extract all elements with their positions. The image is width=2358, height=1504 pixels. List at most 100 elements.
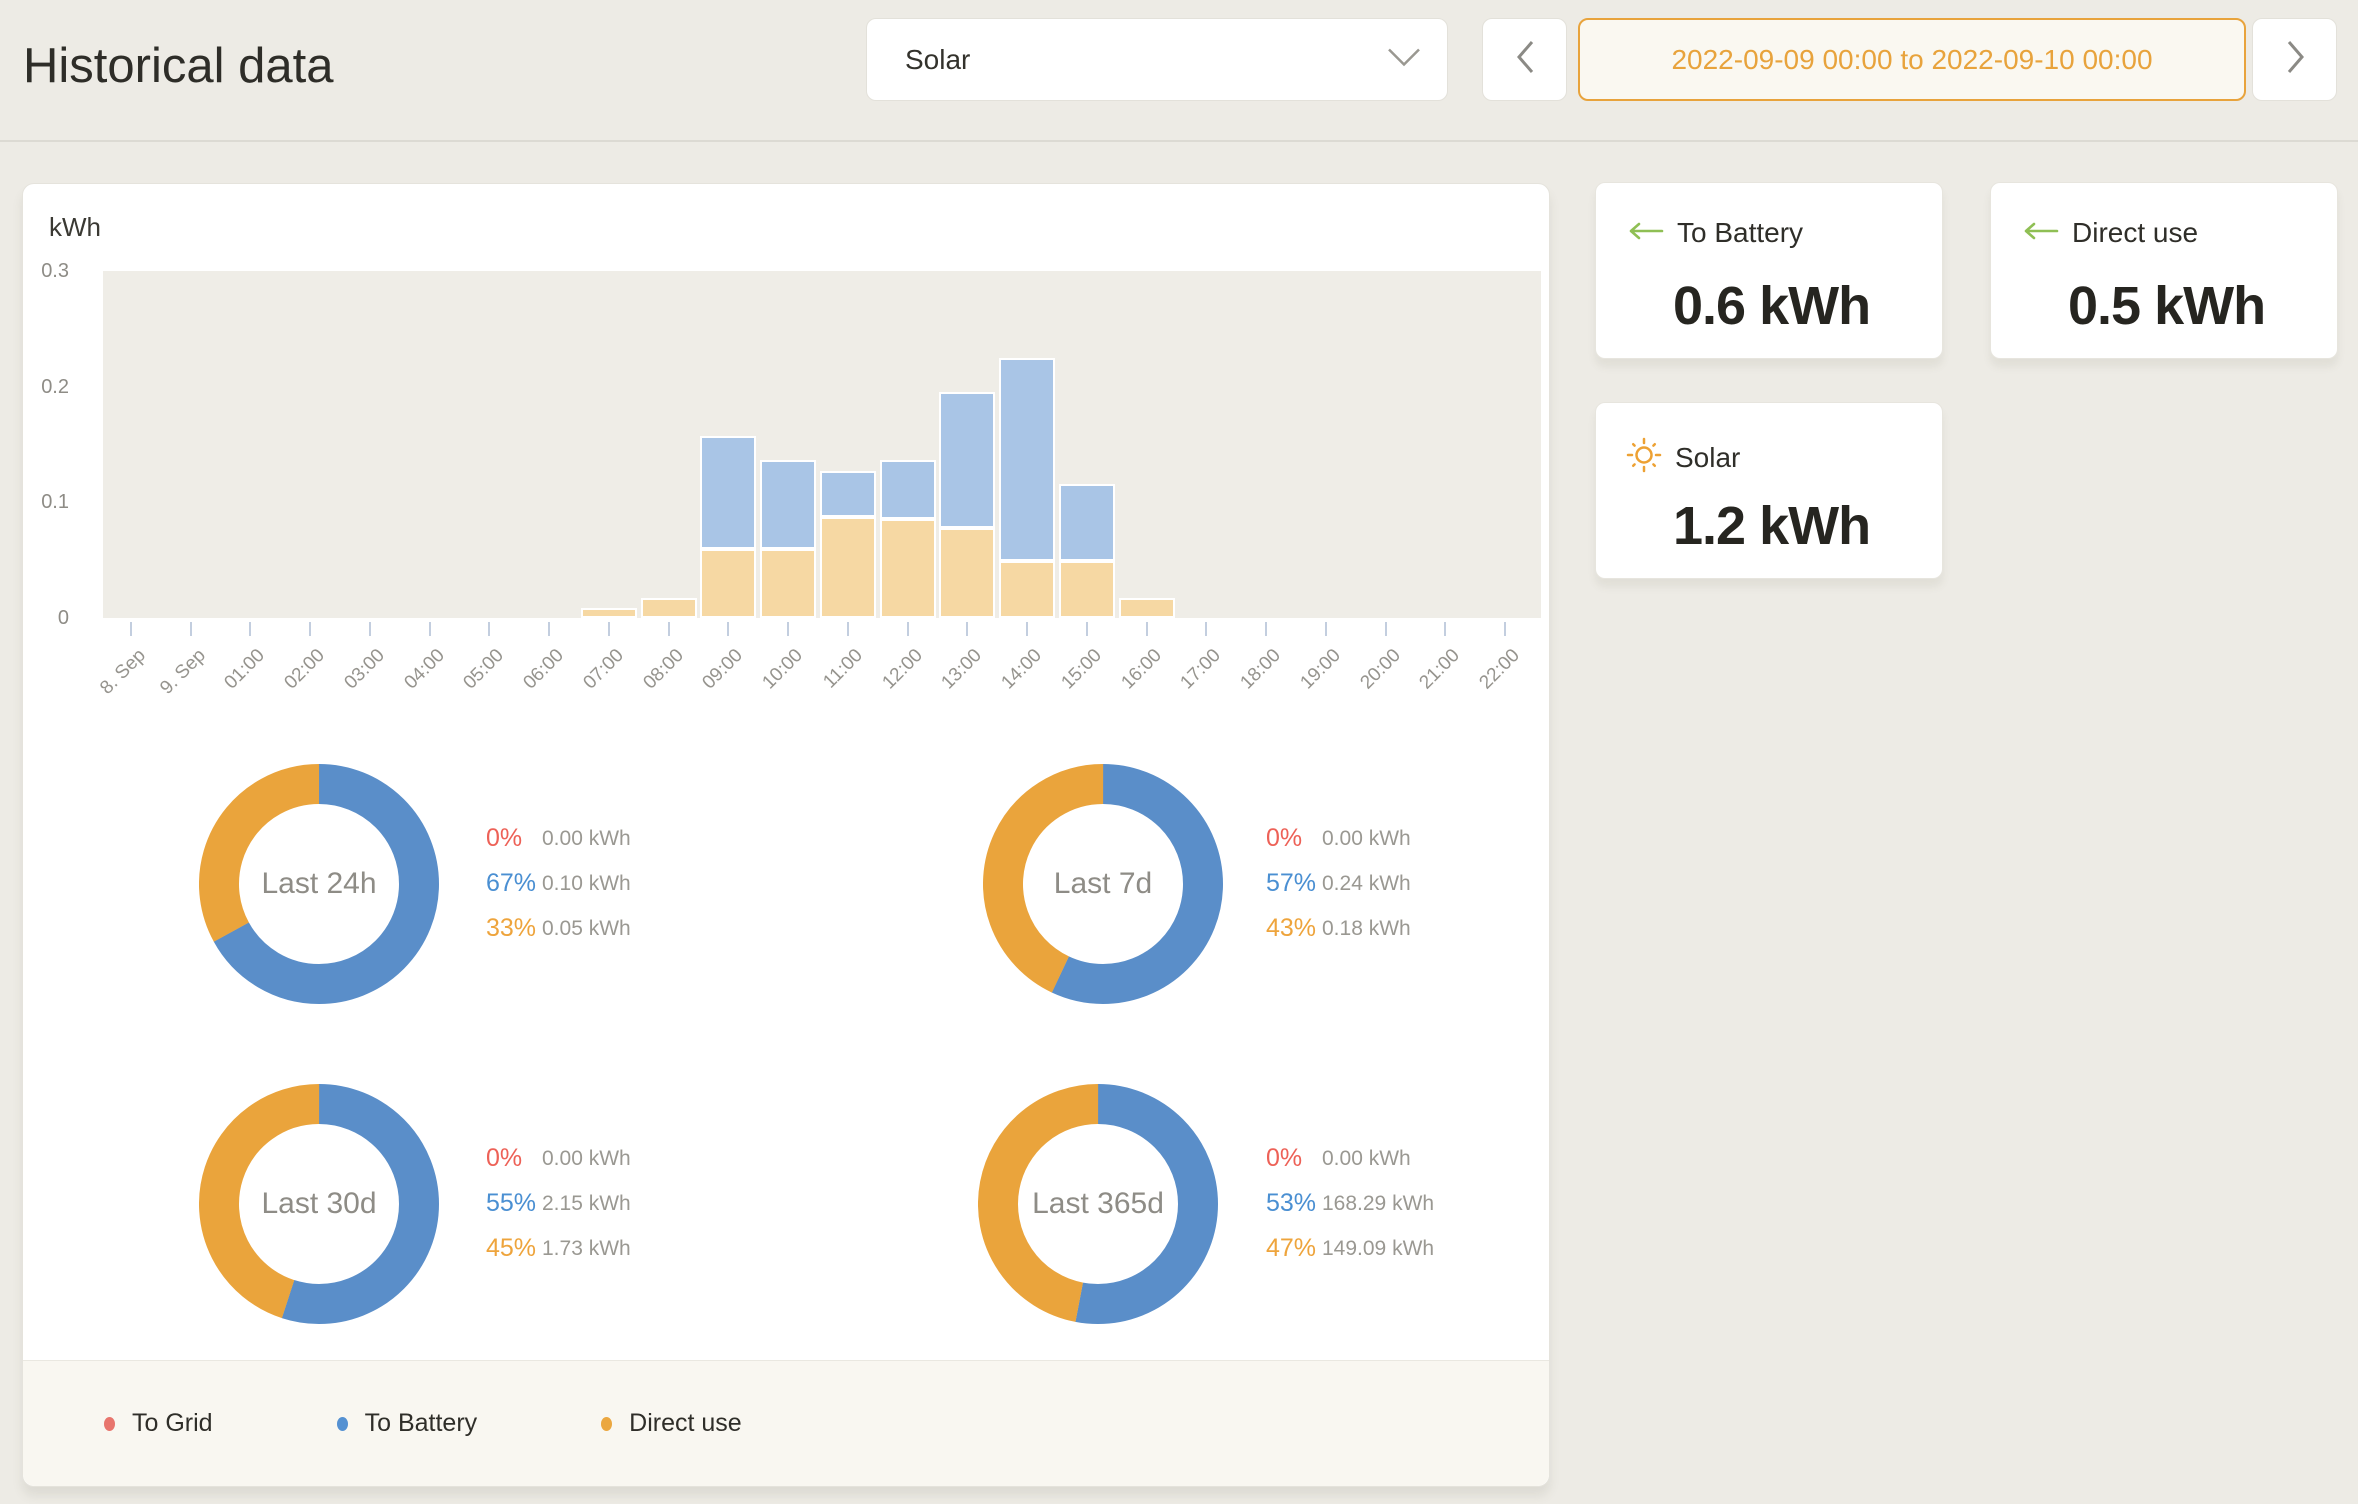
stacked-bar [760, 460, 816, 618]
x-tick-label: 8. Sep [96, 645, 150, 699]
date-range-button[interactable]: 2022-09-09 00:00 to 2022-09-10 00:00 [1578, 18, 2246, 101]
stacked-bar [820, 471, 876, 618]
chevron-left-icon [1514, 37, 1536, 82]
page-header: Historical data Solar 2022-09-09 00:00 t… [0, 0, 2358, 142]
to-battery-dot-icon [337, 1417, 348, 1431]
y-axis-unit-label: kWh [49, 212, 101, 243]
donut-period-label: Last 24h [199, 764, 439, 1004]
stacked-bar [880, 460, 936, 618]
stat-row: 0%0.00 kWh [486, 1136, 866, 1181]
stat-value: 0.00 kWh [1322, 827, 1411, 851]
card-value: 0.5 kWh [2068, 275, 2265, 337]
x-tick-label: 13:00 [938, 645, 987, 694]
legend-item-to-grid[interactable]: To Grid [104, 1409, 213, 1438]
stat-percent: 33% [486, 914, 542, 943]
source-select[interactable]: Solar [866, 18, 1448, 101]
card-value: 0.6 kWh [1673, 275, 1870, 337]
x-tick-label: 16:00 [1117, 645, 1166, 694]
card-label: Solar [1675, 442, 1740, 474]
x-tick [608, 622, 610, 636]
legend-item-direct-use[interactable]: Direct use [601, 1409, 742, 1438]
direct-use-dot-icon [601, 1417, 612, 1431]
stat-value: 2.15 kWh [542, 1192, 631, 1216]
stat-row: 47%149.09 kWh [1266, 1226, 1646, 1271]
stat-value: 168.29 kWh [1322, 1192, 1434, 1216]
x-tick [1086, 622, 1088, 636]
stat-percent: 55% [486, 1189, 542, 1218]
x-tick [1146, 622, 1148, 636]
stat-row: 53%168.29 kWh [1266, 1181, 1646, 1226]
x-tick [429, 622, 431, 636]
stat-percent: 0% [486, 824, 542, 853]
stacked-bar [1119, 598, 1175, 618]
bar-segment-direct-use [880, 519, 936, 618]
x-tick [668, 622, 670, 636]
stat-value: 0.00 kWh [542, 1147, 631, 1171]
x-tick [309, 622, 311, 636]
x-tick [787, 622, 789, 636]
stat-row: 43%0.18 kWh [1266, 906, 1646, 951]
stat-percent: 0% [1266, 824, 1322, 853]
x-tick [727, 622, 729, 636]
chevron-down-icon [1387, 47, 1421, 72]
bar-segment-to-battery [1059, 484, 1115, 561]
donut-chart: Last 7d [983, 764, 1223, 1004]
arrow-left-icon [2021, 222, 2059, 245]
stat-row: 33%0.05 kWh [486, 906, 866, 951]
stat-row: 67%0.10 kWh [486, 861, 866, 906]
x-tick [1325, 622, 1327, 636]
donut-period-label: Last 30d [199, 1084, 439, 1324]
x-tick-label: 09:00 [699, 645, 748, 694]
x-tick [488, 622, 490, 636]
stat-percent: 0% [1266, 1144, 1322, 1173]
stat-percent: 45% [486, 1234, 542, 1263]
legend-label: To Battery [365, 1409, 478, 1438]
stat-row: 57%0.24 kWh [1266, 861, 1646, 906]
stat-row: 45%1.73 kWh [486, 1226, 866, 1271]
y-axis-tick-label: 0.3 [23, 258, 69, 284]
prev-date-button[interactable] [1482, 18, 1567, 101]
legend-item-to-battery[interactable]: To Battery [337, 1409, 478, 1438]
x-tick-label: 19:00 [1296, 645, 1345, 694]
sun-icon [1626, 437, 1662, 478]
stacked-bar [999, 358, 1055, 618]
x-tick-label: 07:00 [579, 645, 628, 694]
next-date-button[interactable] [2252, 18, 2337, 101]
bar-segment-to-battery [700, 436, 756, 548]
donut-stats: 0%0.00 kWh57%0.24 kWh43%0.18 kWh [1266, 816, 1646, 951]
stacked-bar [641, 598, 697, 618]
bar-segment-direct-use [1119, 598, 1175, 618]
stat-value: 0.18 kWh [1322, 917, 1411, 941]
stat-value: 0.24 kWh [1322, 872, 1411, 896]
stat-percent: 47% [1266, 1234, 1322, 1263]
stacked-bar [700, 436, 756, 618]
bar-segment-to-battery [820, 471, 876, 517]
card-label: To Battery [1677, 217, 1803, 249]
stat-row: 55%2.15 kWh [486, 1181, 866, 1226]
stacked-bar [1059, 484, 1115, 618]
stat-percent: 67% [486, 869, 542, 898]
x-tick-label: 17:00 [1177, 645, 1226, 694]
bar-segment-to-battery [999, 358, 1055, 562]
stat-percent: 57% [1266, 869, 1322, 898]
donut-chart: Last 365d [978, 1084, 1218, 1324]
x-tick [1026, 622, 1028, 636]
x-tick-label: 04:00 [400, 645, 449, 694]
x-tick [1504, 622, 1506, 636]
bar-segment-direct-use [641, 598, 697, 618]
stat-percent: 0% [486, 1144, 542, 1173]
stat-percent: 53% [1266, 1189, 1322, 1218]
date-range-text: 2022-09-09 00:00 to 2022-09-10 00:00 [1671, 44, 2152, 76]
stat-percent: 43% [1266, 914, 1322, 943]
stat-value: 0.10 kWh [542, 872, 631, 896]
donut-chart: Last 24h [199, 764, 439, 1004]
y-axis-tick-label: 0 [23, 605, 69, 631]
page-title: Historical data [23, 38, 333, 94]
plot-area [103, 271, 1541, 618]
donut-stats: 0%0.00 kWh67%0.10 kWh33%0.05 kWh [486, 816, 866, 951]
card-value: 1.2 kWh [1673, 495, 1870, 557]
legend-label: To Grid [132, 1409, 213, 1438]
bar-segment-direct-use [581, 608, 637, 618]
x-tick-label: 9. Sep [156, 645, 210, 699]
donut-chart: Last 30d [199, 1084, 439, 1324]
